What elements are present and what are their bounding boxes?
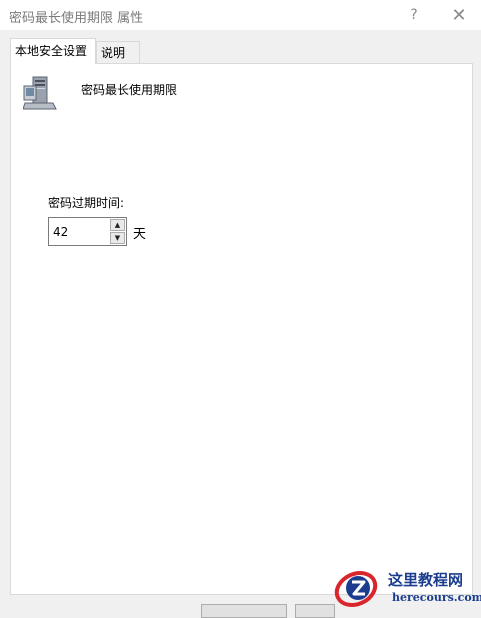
help-button[interactable]: ? [391,0,437,30]
title-bar: 密码最长使用期限 属性 ? ✕ [0,0,481,30]
password-expiry-spinbox: ▲ ▼ [48,217,127,246]
arrow-up-icon: ▲ [114,221,121,229]
watermark-title: 这里教程网 [388,571,464,589]
spin-up-button[interactable]: ▲ [110,219,125,231]
site-logo-icon [334,570,378,608]
watermark: 这里教程网 herecours.com [332,565,481,610]
policy-name: 密码最长使用期限 [81,83,178,97]
tab-panel: 密码最长使用期限 密码过期时间: ▲ ▼ 天 [10,63,473,595]
close-button[interactable]: ✕ [436,0,481,30]
server-computer-icon [23,76,57,110]
watermark-url: herecours.com [392,591,481,604]
spin-down-button[interactable]: ▼ [110,232,125,244]
tab-local-security-setting[interactable]: 本地安全设置 [10,38,96,64]
arrow-down-icon: ▼ [114,234,121,242]
tab-explain[interactable]: 说明 [96,41,140,63]
window-title: 密码最长使用期限 属性 [9,11,144,26]
unit-label: 天 [133,227,147,242]
expiry-label: 密码过期时间: [48,196,125,210]
cancel-button[interactable] [295,604,335,618]
ok-button[interactable] [201,604,287,618]
password-expiry-input[interactable] [53,218,107,245]
